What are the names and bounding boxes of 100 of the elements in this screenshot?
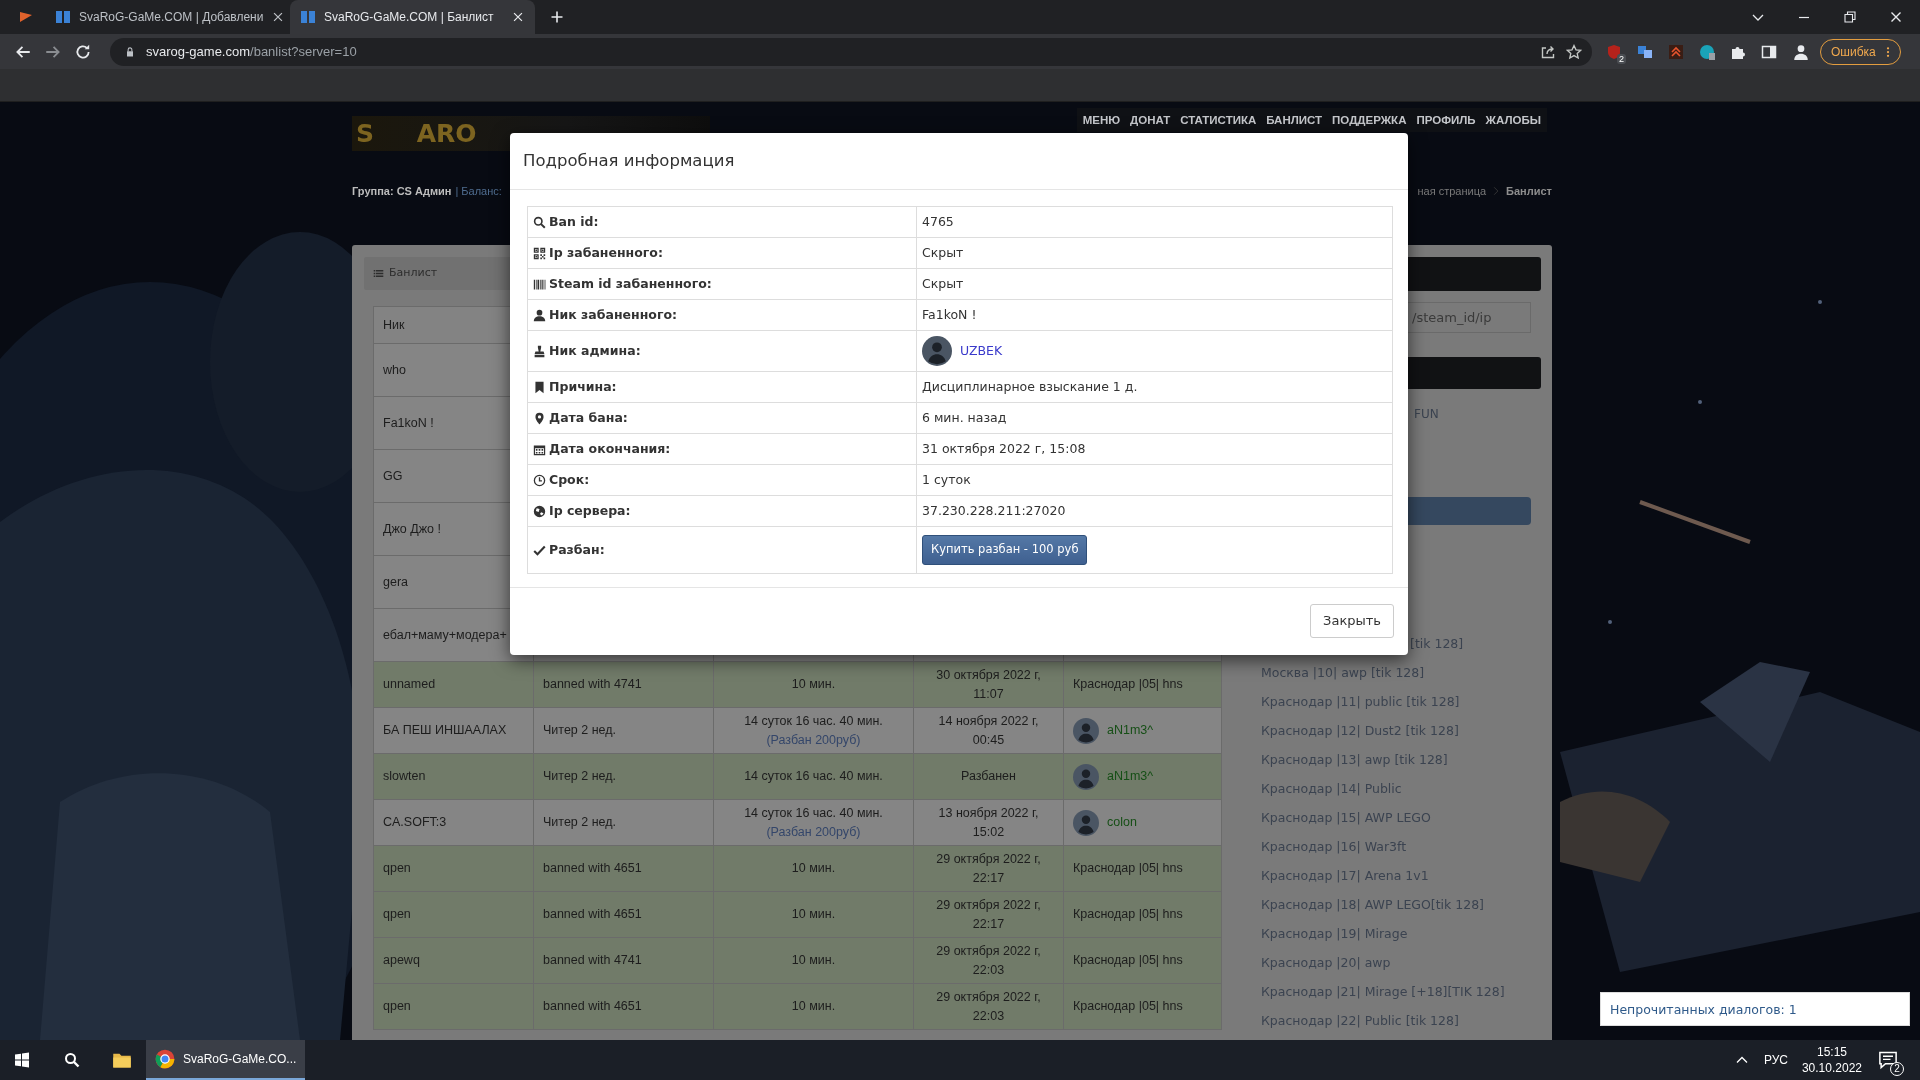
windows-start-icon[interactable] <box>14 1052 30 1068</box>
server-link[interactable]: Краснодар |16| War3ft <box>1261 832 1541 861</box>
nav-link[interactable]: МЕНЮ <box>1082 114 1121 126</box>
server-link[interactable]: Краснодар |22| Public [tik 128] <box>1261 1006 1541 1035</box>
address-field[interactable]: svarog-game.com/banlist?server=10 <box>110 37 1592 66</box>
close-button[interactable]: Закрыть <box>1310 604 1394 638</box>
share-icon[interactable] <box>1540 43 1556 60</box>
field-value: Fa1koN ! <box>916 299 1393 331</box>
table-cell: 14 суток 16 час. 40 мин. <box>713 753 914 800</box>
panel-title: Банлист <box>389 265 438 282</box>
table-cell: 29 октября 2022 г, 22:17 <box>913 891 1064 938</box>
table-cell: 29 октября 2022 г, 22:03 <box>913 937 1064 984</box>
field-value: 1 суток <box>916 464 1393 496</box>
field-value: 37.230.228.211:27020 <box>916 495 1393 527</box>
balance-label: | Баланс: <box>455 185 502 197</box>
language-indicator[interactable]: РУС <box>1763 1051 1788 1069</box>
translate-icon[interactable] <box>1637 43 1653 60</box>
table-cell: Краснодар |05| hns <box>1063 983 1222 1030</box>
server-link[interactable]: Краснодар |12| Dust2 [tik 128] <box>1261 716 1541 745</box>
restore-icon[interactable] <box>1842 9 1858 25</box>
nav-link[interactable]: ПРОФИЛЬ <box>1416 114 1476 126</box>
field-value: Дисциплинарное взыскание 1 д. <box>916 371 1393 403</box>
field-label: Ник забаненного: <box>549 305 677 324</box>
new-tab-icon[interactable] <box>549 9 565 25</box>
field-label: Срок: <box>549 470 590 489</box>
table-cell: slowten <box>373 753 534 800</box>
table-cell: Читер 2 нед. <box>533 707 714 754</box>
nav-link[interactable]: ПОДДЕРЖКА <box>1332 114 1407 126</box>
check-icon <box>533 543 546 557</box>
close-icon[interactable] <box>511 10 525 24</box>
side-panel-icon[interactable] <box>1761 43 1777 60</box>
notification-icon[interactable] <box>1878 1050 1898 1070</box>
table-cell: 14 ноября 2022 г, 00:45 <box>913 707 1064 754</box>
chevrons-icon[interactable] <box>1668 43 1684 60</box>
reload-icon[interactable] <box>74 42 92 61</box>
table-cell: banned with 4741 <box>533 937 714 984</box>
field-value: 31 октября 2022 г, 15:08 <box>916 433 1393 465</box>
table-cell: 13 ноября 2022 г, 15:02 <box>913 799 1064 846</box>
field-label: Дата бана: <box>549 408 628 427</box>
unban-link[interactable]: (Разбан 200руб) <box>766 824 861 839</box>
nav-link[interactable]: БАНЛИСТ <box>1266 114 1323 126</box>
filter-label: FUN <box>1414 406 1439 423</box>
profile-icon[interactable] <box>1792 42 1810 61</box>
server-link[interactable]: Краснодар |11| public [tik 128] <box>1261 687 1541 716</box>
breadcrumb-link[interactable]: Банлист <box>1506 185 1552 197</box>
nav-link[interactable]: ЖАЛОБЫ <box>1485 114 1541 126</box>
table-cell: CA.SOFT:3 <box>373 799 534 846</box>
clock-icon <box>533 473 546 487</box>
table-cell: banned with 4651 <box>533 891 714 938</box>
field-value: 4765 <box>916 206 1393 238</box>
table-cell: banned with 4651 <box>533 845 714 892</box>
term-text: 14 суток 16 час. 40 мин. <box>743 713 884 731</box>
badge-count: 2 <box>1890 1062 1904 1076</box>
breadcrumb-link[interactable]: ная страница <box>1417 185 1487 197</box>
taskbar-app-button[interactable]: SvaRoG-GaMe.CO... <box>146 1040 305 1080</box>
field-label: Ник админа: <box>549 341 641 360</box>
admin-link[interactable]: UZBEK <box>960 341 1003 361</box>
table-cell: Краснодар |05| hns <box>1063 937 1222 984</box>
admin-link[interactable]: aN1m3^ <box>1107 721 1154 740</box>
field-label: Ip сервера: <box>549 501 631 520</box>
table-cell: banned with 4741 <box>533 661 714 708</box>
search-icon[interactable] <box>64 1052 80 1068</box>
table-cell: Читер 2 нед. <box>533 799 714 846</box>
server-link[interactable]: Краснодар |14| Public <box>1261 774 1541 803</box>
server-link[interactable]: [tik 128] <box>1410 629 1464 658</box>
table-cell: 10 мин. <box>713 891 914 938</box>
group-label: Группа: CS Админ <box>352 185 452 197</box>
nav-link[interactable]: ДОНАТ <box>1130 114 1171 126</box>
table-cell: Краснодар |05| hns <box>1063 891 1222 938</box>
qr-code-icon <box>533 246 546 260</box>
extension-icon[interactable] <box>1699 43 1715 60</box>
server-link[interactable]: Краснодар |18| AWP LEGO[tik 128] <box>1261 890 1541 919</box>
dialog-title: Подробная информация <box>523 149 735 172</box>
calendar-icon <box>533 442 546 456</box>
admin-link[interactable]: colon <box>1107 813 1137 832</box>
table-cell: unnamed <box>373 661 534 708</box>
browser-tab[interactable]: SvaRoG-GaMe.COM | Добавлени <box>45 0 290 34</box>
table-cell: 10 мин. <box>713 661 914 708</box>
unban-link[interactable]: (Разбан 200руб) <box>766 732 861 747</box>
site-icon <box>55 9 71 25</box>
server-link[interactable]: Краснодар |13| awp [tik 128] <box>1261 745 1541 774</box>
nav-link[interactable]: СТАТИСТИКА <box>1180 114 1257 126</box>
server-link[interactable]: Краснодар |19| Mirage <box>1261 919 1541 948</box>
star-icon[interactable] <box>1566 43 1582 60</box>
table-cell: apewq <box>373 937 534 984</box>
buy-unban-button[interactable]: Купить разбан - 100 руб <box>922 535 1088 565</box>
field-label: Причина: <box>549 377 617 396</box>
table-cell: 10 мин. <box>713 937 914 984</box>
browser-tab[interactable]: SvaRoG-GaMe.COM | Банлист <box>290 0 535 34</box>
server-link[interactable]: Краснодар |17| Arena 1v1 <box>1261 861 1541 890</box>
field-label: Ban id: <box>549 212 599 231</box>
server-link[interactable]: Краснодар |21| Mirage [+18][TIK 128] <box>1261 977 1541 1006</box>
site-icon <box>300 9 316 25</box>
lock-icon <box>124 45 136 58</box>
unread-dialogs-notice[interactable]: Непрочитанных диалогов: 1 <box>1600 992 1910 1026</box>
server-link[interactable]: Краснодар |15| AWP LEGO <box>1261 803 1541 832</box>
user-icon <box>533 308 546 322</box>
server-link[interactable]: Краснодар |20| awp <box>1261 948 1541 977</box>
field-label: Разбан: <box>549 540 605 559</box>
table-cell: qpen <box>373 845 534 892</box>
